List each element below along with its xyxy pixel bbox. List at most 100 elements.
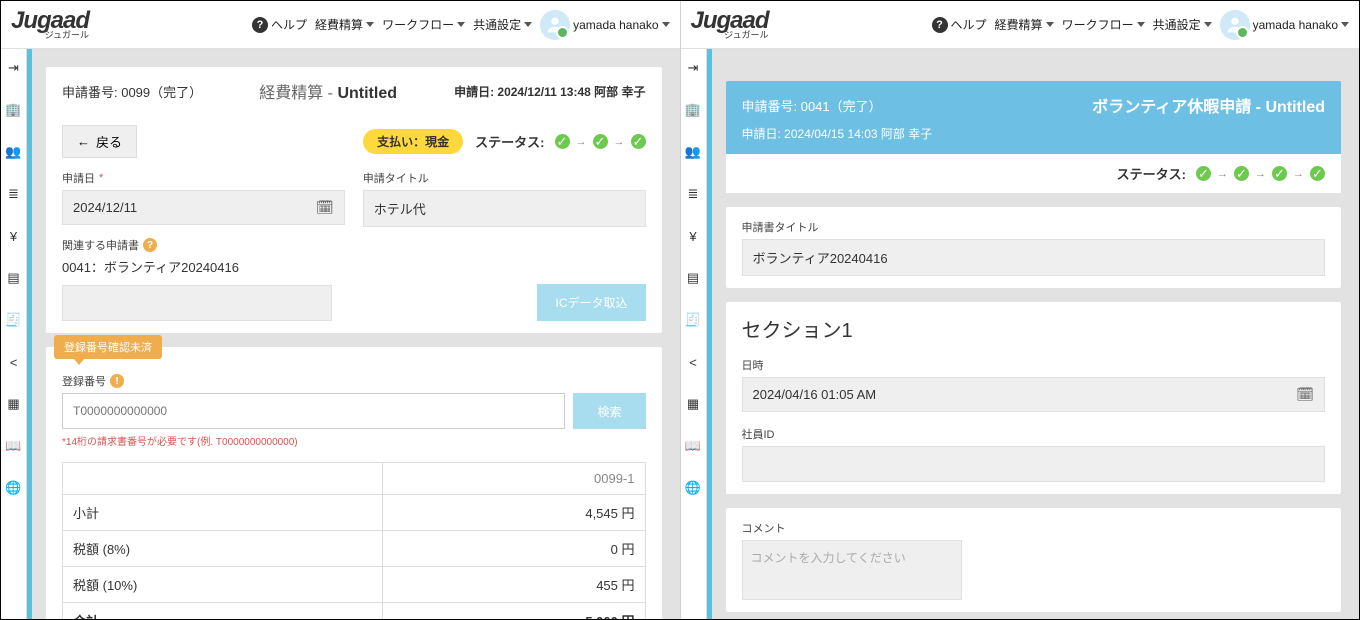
user-name: yamada hanako bbox=[1253, 18, 1338, 32]
sidebar-receipt-icon[interactable]: 🧾 bbox=[684, 311, 702, 329]
status-check-icon: ✓ bbox=[1196, 166, 1211, 181]
sidebar-doc-icon[interactable]: ▤ bbox=[684, 269, 702, 287]
status-check-icon: ✓ bbox=[1310, 166, 1325, 181]
sidebar-globe-icon[interactable]: 🌐 bbox=[5, 479, 23, 497]
arrow-right-icon: → bbox=[1217, 168, 1228, 180]
title-value: ホテル代 bbox=[374, 199, 426, 218]
date-value: 2024/12/11 bbox=[73, 200, 137, 215]
request-title: ボランティア休暇申請 - Untitled bbox=[1092, 93, 1325, 117]
related-label: 関連する申請書 ? bbox=[62, 237, 646, 253]
back-label: 戻る bbox=[96, 132, 122, 151]
title-card: 申請書タイトル ボランティア20240416 bbox=[726, 207, 1342, 288]
logo-text: Jugaad bbox=[691, 10, 769, 32]
datetime-value: 2024/04/16 01:05 AM bbox=[753, 387, 877, 402]
row-tax10-label: 税額 (10%) bbox=[63, 567, 383, 603]
sidebar-globe-icon[interactable]: 🌐 bbox=[684, 479, 702, 497]
row-total-value: 5,000 円 bbox=[382, 603, 645, 620]
nav-workflow[interactable]: ワークフロー bbox=[382, 16, 465, 33]
row-tax10-value: 455 円 bbox=[382, 567, 645, 603]
logo[interactable]: Jugaad ジュガール bbox=[691, 10, 769, 40]
sidebar-building-icon[interactable]: 🏢 bbox=[5, 101, 23, 119]
datetime-input[interactable]: 2024/04/16 01:05 AM 🗓 bbox=[742, 377, 1326, 412]
date-input[interactable]: 2024/12/11 🗓 bbox=[62, 190, 345, 225]
reg-label: 登録番号 ! bbox=[62, 373, 646, 389]
request-title: 経費精算 - Untitled bbox=[259, 79, 397, 103]
chevron-down-icon bbox=[524, 22, 532, 27]
chevron-down-icon bbox=[1341, 22, 1349, 27]
sidebar-share-icon[interactable]: < bbox=[684, 353, 702, 371]
chevron-down-icon bbox=[1204, 22, 1212, 27]
request-header-r: 申請番号: 0041（完了） ボランティア休暇申請 - Untitled 申請日… bbox=[726, 81, 1342, 154]
nav-common[interactable]: 共通設定 bbox=[473, 16, 532, 33]
avatar bbox=[540, 10, 570, 40]
status-check-icon: ✓ bbox=[555, 134, 570, 149]
sidebar-list-icon[interactable]: ≣ bbox=[5, 185, 23, 203]
search-button[interactable]: 検索 bbox=[573, 393, 645, 429]
calendar-icon: 🗓 bbox=[316, 199, 334, 216]
nav-common-label: 共通設定 bbox=[1153, 16, 1201, 33]
sidebar-doc-icon[interactable]: ▤ bbox=[5, 269, 23, 287]
nav-workflow-label: ワークフロー bbox=[1062, 16, 1134, 33]
warning-icon: ! bbox=[110, 374, 124, 388]
row-subtotal-value: 4,545 円 bbox=[382, 495, 645, 531]
arrow-right-icon: → bbox=[614, 136, 625, 148]
sidebar-expand-icon[interactable]: ⇥ bbox=[684, 59, 702, 77]
app-title-input[interactable]: ボランティア20240416 bbox=[742, 239, 1326, 276]
chevron-down-icon bbox=[662, 22, 670, 27]
status-check-icon: ✓ bbox=[1234, 166, 1249, 181]
sidebar-yen-icon[interactable]: ¥ bbox=[684, 227, 702, 245]
title-input[interactable]: ホテル代 bbox=[363, 190, 646, 227]
back-button[interactable]: ← 戻る bbox=[62, 125, 137, 158]
arrow-right-icon: → bbox=[1255, 168, 1266, 180]
sidebar-book-icon[interactable]: 📖 bbox=[5, 437, 23, 455]
sidebar-grid-icon[interactable]: ▦ bbox=[5, 395, 23, 413]
title-label: 申請タイトル bbox=[363, 170, 646, 186]
help-link[interactable]: ? ヘルプ bbox=[252, 16, 307, 33]
row-subtotal-label: 小計 bbox=[63, 495, 383, 531]
user-menu[interactable]: yamada hanako bbox=[1220, 10, 1349, 40]
status-label: ステータス: bbox=[1117, 164, 1186, 183]
sidebar-grid-icon[interactable]: ▦ bbox=[684, 395, 702, 413]
avatar bbox=[1220, 10, 1250, 40]
sidebar-yen-icon[interactable]: ¥ bbox=[5, 227, 23, 245]
nav-expense[interactable]: 経費精算 bbox=[315, 16, 374, 33]
request-code: 申請番号: 0041（完了） bbox=[742, 96, 882, 115]
user-menu[interactable]: yamada hanako bbox=[540, 10, 669, 40]
comment-input[interactable]: コメントを入力してください bbox=[742, 540, 962, 600]
sidebar-receipt-icon[interactable]: 🧾 bbox=[5, 311, 23, 329]
sidebar-expand-icon[interactable]: ⇥ bbox=[5, 59, 23, 77]
app-title-value: ボランティア20240416 bbox=[753, 248, 888, 267]
topbar-right: Jugaad ジュガール ? ヘルプ 経費精算 ワークフロー 共通設定 bbox=[681, 1, 1360, 49]
content-left: 申請番号: 0099（完了） 経費精算 - Untitled 申請日: 2024… bbox=[32, 49, 680, 619]
chevron-down-icon bbox=[1046, 22, 1054, 27]
sidebar-users-icon[interactable]: 👥 bbox=[5, 143, 23, 161]
table-code: 0099-1 bbox=[382, 463, 645, 495]
sidebar-list-icon[interactable]: ≣ bbox=[684, 185, 702, 203]
section-heading: セクション1 bbox=[742, 314, 1326, 343]
arrow-right-icon: → bbox=[576, 136, 587, 148]
logo[interactable]: Jugaad ジュガール bbox=[11, 10, 89, 40]
nav-expense[interactable]: 経費精算 bbox=[995, 16, 1054, 33]
help-link[interactable]: ? ヘルプ bbox=[932, 16, 987, 33]
date-label: 申請日* bbox=[62, 170, 345, 186]
nav-workflow[interactable]: ワークフロー bbox=[1062, 16, 1145, 33]
topbar-left: Jugaad ジュガール ? ヘルプ 経費精算 ワークフロー 共通設定 bbox=[1, 1, 680, 49]
ic-import-button[interactable]: ICデータ取込 bbox=[537, 284, 645, 321]
sidebar-users-icon[interactable]: 👥 bbox=[684, 143, 702, 161]
related-input[interactable] bbox=[62, 285, 332, 321]
row-total-label: 合計 bbox=[63, 603, 383, 620]
amount-table: 0099-1 小計4,545 円 税額 (8%)0 円 税額 (10%)455 … bbox=[62, 462, 646, 619]
request-meta: 申請日: 2024/12/11 13:48 阿部 幸子 bbox=[454, 83, 645, 100]
empid-input[interactable] bbox=[742, 446, 1326, 482]
sidebar-share-icon[interactable]: < bbox=[5, 353, 23, 371]
reg-number-input[interactable] bbox=[62, 393, 565, 429]
status-check-icon: ✓ bbox=[631, 134, 646, 149]
nav-expense-label: 経費精算 bbox=[315, 16, 363, 33]
comment-label: コメント bbox=[742, 520, 1326, 536]
sidebar-right: ⇥ 🏢 👥 ≣ ¥ ▤ 🧾 < ▦ 📖 🌐 bbox=[681, 49, 707, 619]
warning-icon: ? bbox=[143, 238, 157, 252]
sidebar-book-icon[interactable]: 📖 bbox=[684, 437, 702, 455]
sidebar-building-icon[interactable]: 🏢 bbox=[684, 101, 702, 119]
nav-common[interactable]: 共通設定 bbox=[1153, 16, 1212, 33]
sidebar-left: ⇥ 🏢 👥 ≣ ¥ ▤ 🧾 < ▦ 📖 🌐 bbox=[1, 49, 27, 619]
